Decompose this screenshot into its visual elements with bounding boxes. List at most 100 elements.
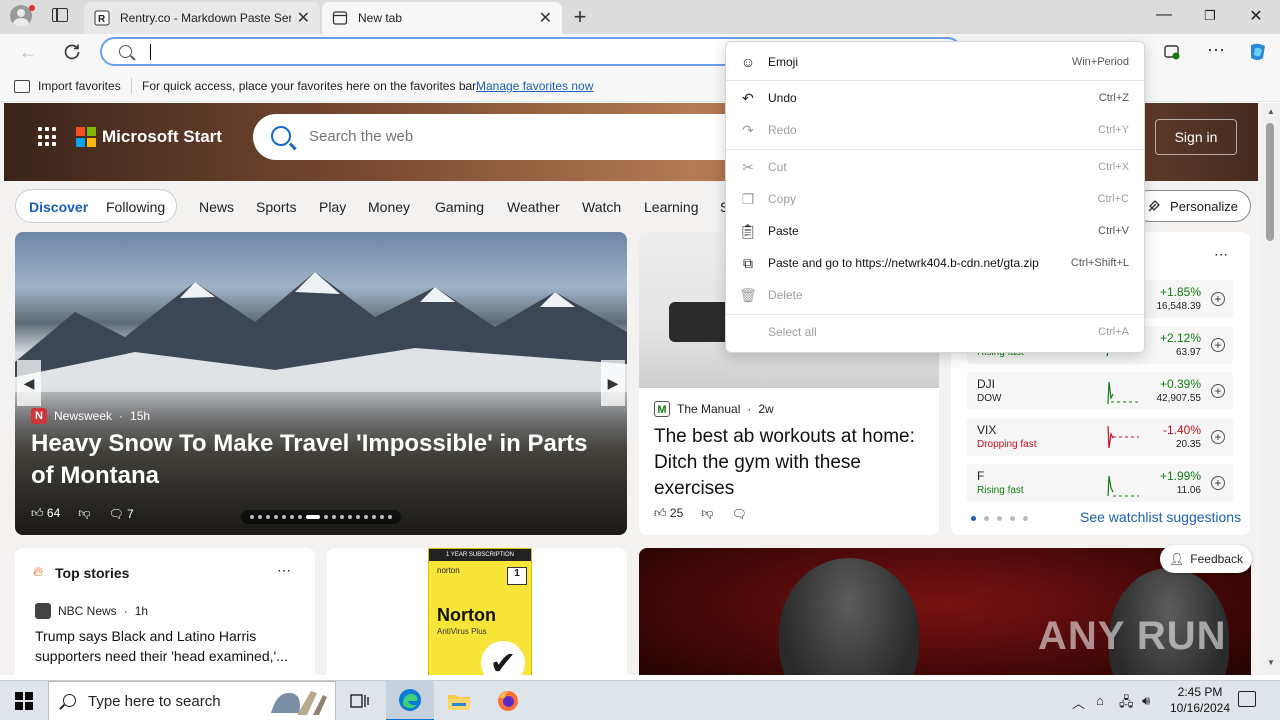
personalize-button[interactable]: Personalize (1133, 190, 1251, 222)
import-favorites-button[interactable]: Import favorites (14, 79, 121, 93)
file-explorer-icon[interactable] (435, 681, 483, 720)
category-play[interactable]: Play (319, 199, 346, 215)
network-icon[interactable]: 🖧︎ (1119, 693, 1134, 715)
menu-item-paste-and-go[interactable]: ⧉ Paste and go to https://netwrk404.b-cd… (726, 247, 1144, 279)
search-icon (119, 45, 132, 58)
tab-actions-icon[interactable] (52, 8, 68, 22)
menu-item-select-all[interactable]: Select all Ctrl+A (726, 316, 1144, 348)
task-view-icon[interactable] (336, 681, 384, 720)
stock-row[interactable]: F Rising fast +1.99% 11.06 + (967, 464, 1233, 502)
carousel-next-button[interactable]: ▶ (601, 360, 625, 406)
like-button[interactable]: 👍︎ 25 (654, 506, 683, 521)
thumbs-down-icon[interactable]: 👎︎ (78, 506, 90, 521)
category-watch[interactable]: Watch (582, 199, 621, 215)
sign-in-button[interactable]: Sign in (1155, 119, 1237, 155)
volume-icon[interactable]: 🔊︎ (1142, 693, 1150, 709)
scroll-down-icon[interactable]: ▼ (1267, 658, 1275, 667)
watchlist-pager[interactable] (971, 516, 1028, 521)
more-icon[interactable]: ⋯ (1207, 40, 1225, 61)
stock-row[interactable]: VIX Dropping fast -1.40% 20.35 + (967, 418, 1233, 456)
stock-row[interactable]: DJI DOW +0.39% 42,907.55 + (967, 372, 1233, 410)
menu-item-emoji[interactable]: ☺ Emoji Win+Period (726, 46, 1144, 78)
new-tab-button[interactable]: + (570, 4, 590, 30)
back-icon[interactable]: ← (17, 41, 39, 63)
menu-item-cut[interactable]: ✂ Cut Ctrl+X (726, 151, 1144, 183)
scroll-thumb[interactable] (1266, 123, 1274, 241)
close-icon[interactable]: ✕ (539, 8, 552, 28)
article-source: M The Manual · 2w (654, 401, 774, 417)
show-hidden-icons[interactable]: ︿ (1072, 693, 1085, 712)
comment-icon: 🗨︎ (108, 506, 124, 521)
top-story-headline[interactable]: Trump says Black and Latino Harris suppo… (35, 626, 297, 666)
hero-headline[interactable]: Heavy Snow To Make Travel 'Impossible' i… (31, 428, 611, 492)
taskbar-search-box[interactable]: Type here to search (48, 681, 336, 720)
network-devices-icon[interactable]: ⌂ (1096, 693, 1104, 708)
menu-item-copy[interactable]: ❐ Copy Ctrl+C (726, 183, 1144, 215)
menu-item-shortcut: Ctrl+Z (1098, 92, 1129, 104)
norton-product: AntiVirus Plus (437, 627, 487, 636)
firefox-icon[interactable] (484, 681, 532, 720)
menu-item-undo[interactable]: ↶ Undo Ctrl+Z (726, 82, 1144, 114)
menu-item-shortcut: Ctrl+V (1098, 225, 1129, 237)
add-to-watchlist-button[interactable]: + (1211, 384, 1225, 398)
article-reactions: 👍︎ 25 👎︎ 🗨︎ (654, 506, 747, 521)
extensions-icon[interactable] (1163, 43, 1181, 61)
ad-card[interactable]: 1 YEAR SUBSCRIPTION norton 1 Norton Anti… (327, 548, 627, 675)
menu-item-delete[interactable]: 🗑︎ Delete (726, 279, 1144, 311)
copy-icon: ❐ (741, 190, 755, 207)
comment-icon[interactable]: 🗨︎ (731, 507, 746, 521)
the-manual-logo-icon: M (654, 401, 670, 417)
add-to-watchlist-button[interactable]: + (1211, 292, 1225, 306)
category-sports[interactable]: Sports (256, 199, 296, 215)
manage-favorites-link[interactable]: Manage favorites now (476, 79, 593, 93)
category-weather[interactable]: Weather (507, 199, 560, 215)
app-launcher-icon[interactable] (38, 127, 58, 147)
tab-new-tab[interactable]: New tab ✕ (322, 2, 562, 34)
carousel-prev-button[interactable]: ◀ (17, 360, 41, 406)
feedback-icon: 👤︎ (1169, 552, 1185, 566)
thumbs-down-icon[interactable]: 👎︎ (701, 506, 713, 521)
carousel-indicator[interactable] (241, 510, 401, 524)
source-name: NBC News (58, 604, 117, 618)
notification-center-icon[interactable] (1238, 691, 1256, 707)
category-gaming[interactable]: Gaming (435, 199, 484, 215)
system-clock[interactable]: 2:45 PM 10/16/2024 (1160, 684, 1240, 716)
category-money[interactable]: Money (368, 199, 410, 215)
more-icon[interactable]: ⋯ (277, 562, 291, 579)
add-to-watchlist-button[interactable]: + (1211, 430, 1225, 444)
menu-item-redo[interactable]: ↷ Redo Ctrl+Y (726, 114, 1144, 146)
category-news[interactable]: News (199, 199, 234, 215)
divider (131, 78, 132, 94)
menu-item-paste[interactable]: 📋︎ Paste Ctrl+V (726, 215, 1144, 247)
comment-button[interactable]: 🗨︎ 7 (108, 507, 133, 521)
norton-product-image: 1 YEAR SUBSCRIPTION norton 1 Norton Anti… (428, 548, 532, 675)
windows-start-icon[interactable] (15, 692, 33, 710)
stock-change: +0.39% (1159, 377, 1201, 391)
article-headline[interactable]: The best ab workouts at home: Ditch the … (654, 424, 926, 502)
restore-button[interactable]: ❐ (1200, 8, 1220, 24)
watchlist-suggestions-link[interactable]: See watchlist suggestions (1080, 509, 1241, 525)
hero-story-card[interactable]: ◀ ▶ N Newsweek · 15h Heavy Snow To Make … (15, 232, 627, 535)
copilot-icon[interactable] (1246, 40, 1270, 64)
brand-title[interactable]: Microsoft Start (102, 127, 222, 147)
web-search-box[interactable]: Search the web (253, 114, 773, 160)
close-window-button[interactable]: ✕ (1246, 6, 1266, 26)
scroll-up-icon[interactable]: ▲ (1267, 107, 1275, 116)
close-icon[interactable]: ✕ (297, 8, 310, 28)
add-to-watchlist-button[interactable]: + (1211, 338, 1225, 352)
tab-rentry[interactable]: R Rentry.co - Markdown Paste Serv ✕ (84, 2, 320, 34)
page-scrollbar[interactable]: ▲ ▼ (1262, 103, 1280, 675)
tab-discover[interactable]: Discover (29, 199, 88, 215)
tab-following[interactable]: Following (106, 199, 165, 215)
feedback-button[interactable]: 👤︎ Feedback (1160, 545, 1252, 573)
more-icon[interactable]: ⋯ (1214, 246, 1228, 263)
paste-go-icon: ⧉ (743, 254, 753, 271)
refresh-icon[interactable] (61, 41, 83, 63)
like-button[interactable]: 👍︎ 64 (31, 506, 60, 521)
address-input[interactable] (148, 41, 708, 62)
minimize-button[interactable]: — (1154, 6, 1174, 24)
edge-icon[interactable] (386, 681, 434, 720)
add-to-watchlist-button[interactable]: + (1211, 476, 1225, 490)
category-learning[interactable]: Learning (644, 199, 699, 215)
tab-label: New tab (358, 11, 403, 25)
